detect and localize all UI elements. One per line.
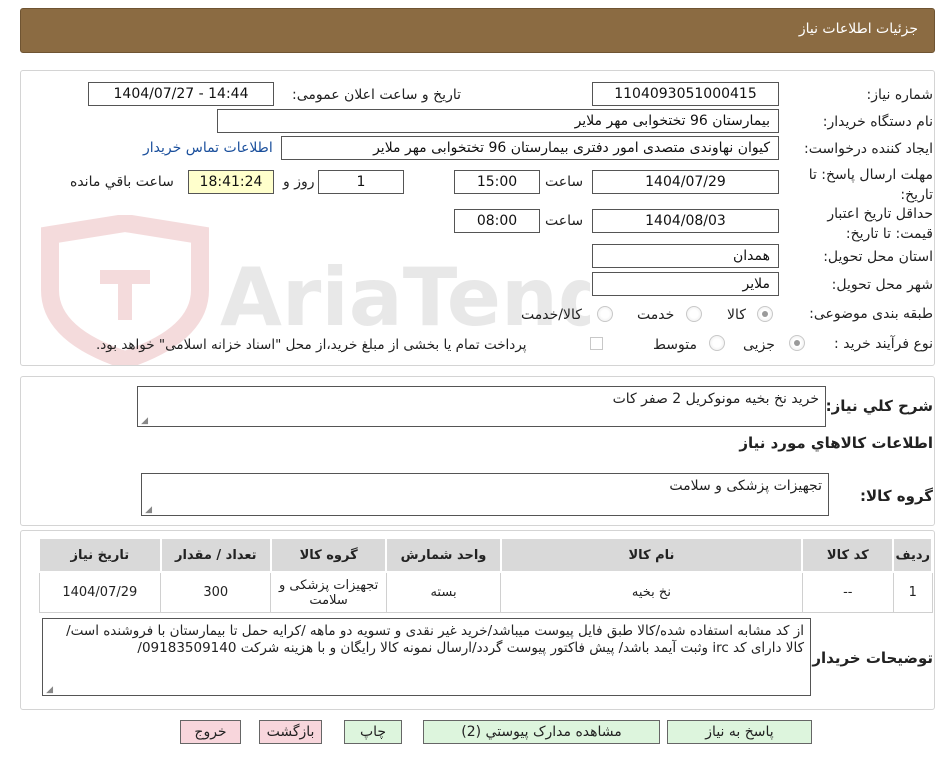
reply-date-field: 1404/07/29 (592, 170, 779, 194)
cell-unit: بسته (385, 571, 502, 613)
print-button[interactable]: چاپ (344, 720, 402, 744)
days-label: روز و (283, 174, 315, 190)
table-row: 1 -- نخ بخیه بسته تجهیزات پزشکی و سلامت … (38, 571, 933, 613)
resize-grip-icon[interactable]: ◢ (144, 506, 152, 515)
need-number-field: 1104093051000415 (592, 82, 779, 106)
col-name: نام کالا (499, 537, 804, 573)
category-radio-service[interactable] (686, 306, 702, 322)
goods-group-text: تجهیزات پزشکی و سلامت (669, 478, 822, 494)
items-table: رديف کد کالا نام کالا واحد شمارش گروه کا… (38, 537, 933, 613)
cell-qty: 300 (160, 571, 272, 613)
goods-group-textarea[interactable]: تجهیزات پزشکی و سلامت ◢ (141, 473, 829, 516)
category-label: طبقه بندی موضوعی: (809, 306, 933, 322)
page-header: جزئیات اطلاعات نیاز (20, 8, 935, 53)
price-validity-label-text: حداقل تاریخ اعتبار قیمت: تا تاریخ: (827, 206, 933, 242)
treasury-checkbox-label: پرداخت تمام یا بخشی از مبلغ خرید،از محل … (96, 337, 527, 353)
city-label: شهر محل تحویل: (831, 277, 933, 293)
province-label: استان محل تحویل: (823, 249, 933, 265)
price-validity-time-label: ساعت (545, 213, 584, 229)
cell-row: 1 (892, 571, 933, 613)
back-button[interactable]: بازگشت (259, 720, 322, 744)
goods-section-title: اطلاعات کالاهاي مورد نياز (739, 434, 933, 452)
buyer-contact-link[interactable]: اطلاعات تماس خریدار (143, 140, 273, 156)
purchase-process-label: نوع فرآیند خرید : (834, 336, 933, 352)
summary-text: خرید نخ بخیه مونوکریل 2 صفر کات (612, 391, 819, 407)
price-validity-time-field: 08:00 (454, 209, 540, 233)
resize-grip-icon[interactable]: ◢ (45, 686, 53, 695)
announce-datetime-label: تاریخ و ساعت اعلان عمومی: (292, 87, 461, 103)
col-row: رديف (892, 537, 933, 573)
goods-group-label: گروه کالا: (860, 487, 933, 505)
reply-time-label: ساعت (545, 174, 584, 190)
col-group: گروه کالا (269, 537, 388, 573)
reply-deadline-label-text: مهلت ارسال پاسخ: تا تاریخ: (808, 167, 933, 203)
col-code: کد کالا (801, 537, 895, 573)
process-option-medium: متوسط (653, 337, 697, 353)
city-field: ملایر (592, 272, 779, 296)
remaining-time-field: 18:41:24 (188, 170, 274, 194)
province-field: همدان (592, 244, 779, 268)
table-header-row: رديف کد کالا نام کالا واحد شمارش گروه کا… (38, 537, 933, 573)
col-qty: تعداد / مقدار (159, 537, 272, 573)
process-radio-medium[interactable] (709, 335, 725, 351)
col-unit: واحد شمارش (385, 537, 502, 573)
price-validity-date-field: 1404/08/03 (592, 209, 779, 233)
exit-button[interactable]: خروج (180, 720, 241, 744)
reply-deadline-label: مهلت ارسال پاسخ: تا تاریخ: (793, 165, 933, 205)
cell-code: -- (801, 571, 894, 613)
reply-time-field: 15:00 (454, 170, 540, 194)
remaining-time-label: ساعت باقي مانده (70, 174, 174, 190)
buyer-org-label: نام دستگاه خریدار: (822, 114, 933, 130)
process-radio-minor[interactable] (789, 335, 805, 351)
category-option-goods: کالا (727, 307, 746, 323)
buyer-notes-textarea[interactable]: از کد مشابه استفاده شده/کالا طبق فایل پی… (42, 618, 811, 696)
buyer-notes-text: از کد مشابه استفاده شده/کالا طبق فایل پی… (66, 623, 804, 656)
category-option-service: خدمت (637, 307, 675, 323)
category-radio-goods-service[interactable] (597, 306, 613, 322)
treasury-checkbox[interactable] (590, 337, 603, 350)
buyer-org-field: بیمارستان 96 تختخوابی مهر ملایر (217, 109, 779, 133)
page-title: جزئیات اطلاعات نیاز (798, 21, 918, 37)
process-option-minor: جزیی (743, 337, 775, 353)
reply-button[interactable]: پاسخ به نیاز (667, 720, 812, 744)
cell-group: تجهیزات پزشکی و سلامت (270, 571, 387, 613)
price-validity-label: حداقل تاریخ اعتبار قیمت: تا تاریخ: (793, 204, 933, 244)
category-radio-goods[interactable] (757, 306, 773, 322)
summary-textarea[interactable]: خرید نخ بخیه مونوکریل 2 صفر کات ◢ (137, 386, 826, 427)
summary-label: شرح کلي نياز: (825, 397, 933, 415)
resize-grip-icon[interactable]: ◢ (140, 417, 148, 426)
need-number-label: شماره نیاز: (866, 87, 934, 103)
cell-name: نخ بخیه (500, 571, 803, 613)
buyer-notes-label: توضيحات خريدار: (806, 649, 933, 667)
requester-field: کیوان نهاوندی متصدی امور دفتری بیمارستان… (281, 136, 779, 160)
category-option-goods-service: کالا/خدمت (521, 307, 582, 323)
reply-days-field: 1 (318, 170, 404, 194)
announce-datetime-field: 1404/07/27 - 14:44 (88, 82, 274, 106)
cell-date: 1404/07/29 (38, 571, 162, 613)
attachments-button[interactable]: مشاهده مدارک پیوستي (2) (423, 720, 660, 744)
col-date: تاريخ نياز (38, 537, 162, 573)
requester-label: ایجاد کننده درخواست: (804, 141, 933, 157)
